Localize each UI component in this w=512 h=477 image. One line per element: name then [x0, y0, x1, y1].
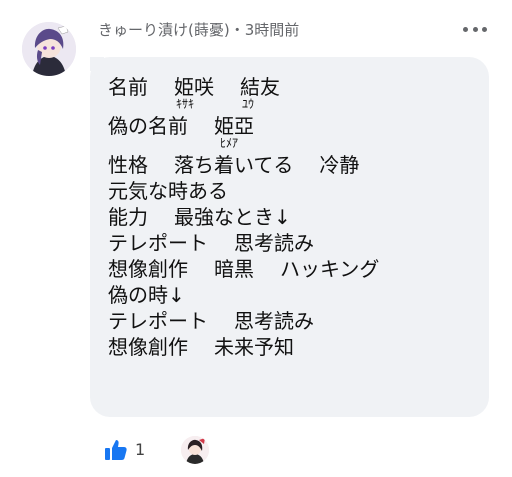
text-line: 想像創作 未来予知: [108, 335, 294, 359]
header-separator: ・: [229, 21, 245, 39]
text-line: 名前 姫咲 結友: [108, 75, 280, 99]
ruby-line: ｷｻｷ ﾕｳ: [176, 97, 255, 111]
ruby-line: ﾋﾒｱ: [220, 136, 239, 150]
text-line: テレポート 思考読み: [108, 231, 314, 255]
comment-text: 名前 姫咲 結友 ｷｻｷ ﾕｳ 偽の名前 姫亞 ﾋﾒｱ 性格 落ち着いてる 冷静 元気な時…: [108, 74, 478, 360]
more-options-icon[interactable]: [463, 22, 487, 36]
avatar-illustration: [22, 22, 76, 76]
text-line: 能力 最強なとき↓: [108, 205, 291, 229]
text-line: 偽の名前 姫亞: [108, 114, 254, 138]
author-name[interactable]: きゅーり漬け(蒔憂): [98, 21, 230, 39]
post-time[interactable]: 3時間前: [245, 21, 300, 39]
reactor-avatar-illustration: [181, 436, 209, 464]
post-header: きゅーり漬け(蒔憂)・3時間前: [98, 19, 299, 41]
thumbs-up-icon[interactable]: [104, 438, 128, 462]
text-line: 性格 落ち着いてる 冷静: [108, 153, 360, 177]
text-line: 偽の時↓: [108, 283, 185, 307]
text-line: 想像創作 暗黒 ハッキング: [108, 257, 380, 281]
bubble-tail: [90, 57, 104, 71]
text-line: テレポート 思考読み: [108, 309, 314, 333]
author-avatar[interactable]: [22, 22, 76, 76]
like-count[interactable]: 1: [135, 440, 145, 459]
reactor-avatar[interactable]: [181, 436, 209, 464]
text-line: 元気な時ある: [108, 179, 228, 203]
